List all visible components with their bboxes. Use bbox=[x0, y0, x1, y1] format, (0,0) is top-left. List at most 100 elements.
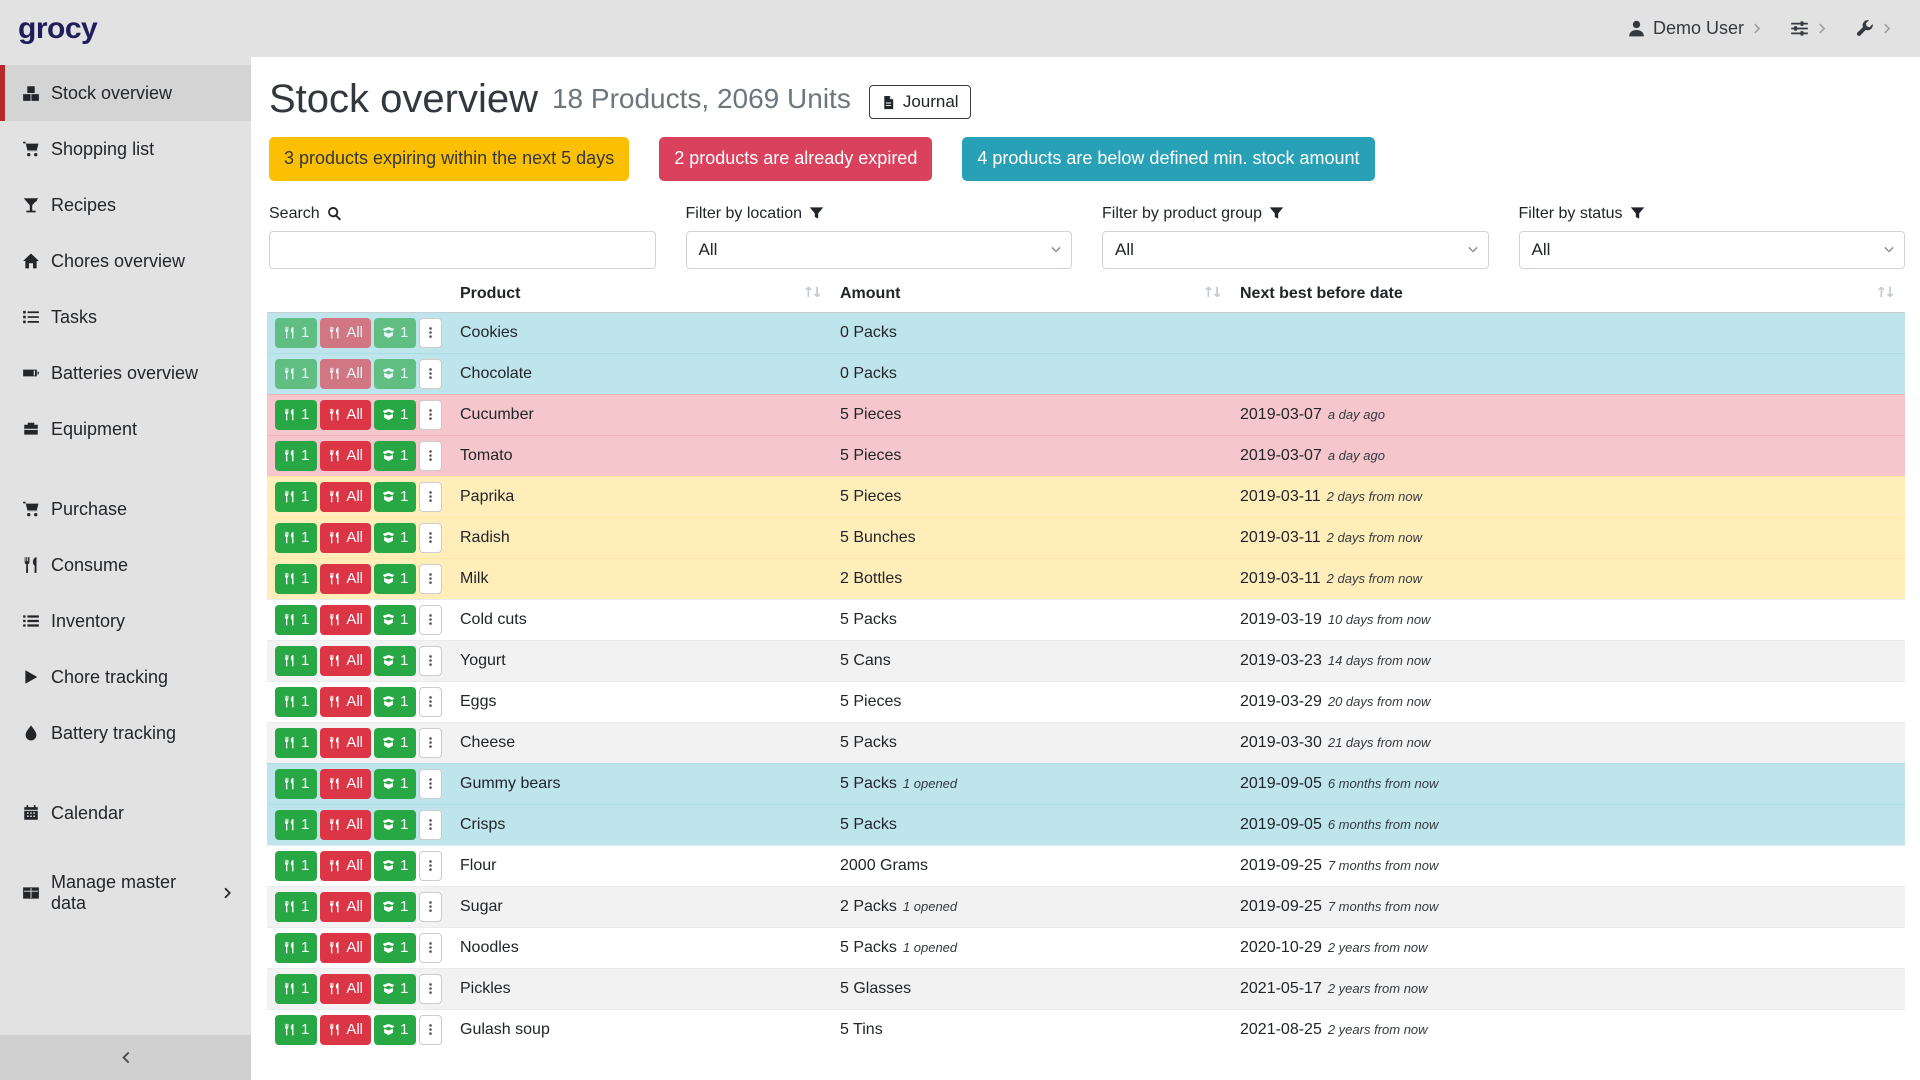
row-more-button[interactable] bbox=[419, 687, 442, 717]
consume-all-button[interactable]: All bbox=[320, 359, 371, 389]
consume-one-button[interactable]: 1 bbox=[275, 687, 317, 717]
open-one-button[interactable]: 1 bbox=[374, 318, 416, 348]
open-one-button[interactable]: 1 bbox=[374, 482, 416, 512]
consume-all-button[interactable]: All bbox=[320, 1015, 371, 1045]
open-one-button[interactable]: 1 bbox=[374, 646, 416, 676]
consume-all-button[interactable]: All bbox=[320, 769, 371, 799]
consume-one-button[interactable]: 1 bbox=[275, 359, 317, 389]
open-one-button[interactable]: 1 bbox=[374, 769, 416, 799]
consume-one-button[interactable]: 1 bbox=[275, 769, 317, 799]
consume-one-button[interactable]: 1 bbox=[275, 974, 317, 1004]
consume-one-button[interactable]: 1 bbox=[275, 523, 317, 553]
column-header-next-best-before-date[interactable]: Next best before date↑↓ bbox=[1232, 277, 1905, 313]
sidebar-item-chores-overview[interactable]: Chores overview bbox=[0, 233, 251, 289]
sidebar-item-shopping-list[interactable]: Shopping list bbox=[0, 121, 251, 177]
row-more-button[interactable] bbox=[419, 400, 442, 430]
row-more-button[interactable] bbox=[419, 564, 442, 594]
sidebar-item-stock-overview[interactable]: Stock overview bbox=[0, 65, 251, 121]
consume-all-button[interactable]: All bbox=[320, 605, 371, 635]
user-menu[interactable]: Demo User bbox=[1619, 18, 1772, 39]
consume-all-button[interactable]: All bbox=[320, 892, 371, 922]
row-more-button[interactable] bbox=[419, 318, 442, 348]
open-one-button[interactable]: 1 bbox=[374, 687, 416, 717]
consume-all-button[interactable]: All bbox=[320, 523, 371, 553]
open-one-button[interactable]: 1 bbox=[374, 400, 416, 430]
sidebar-item-batteries-overview[interactable]: Batteries overview bbox=[0, 345, 251, 401]
sidebar-item-calendar[interactable]: Calendar bbox=[0, 785, 251, 841]
consume-all-button[interactable]: All bbox=[320, 933, 371, 963]
consume-one-button[interactable]: 1 bbox=[275, 933, 317, 963]
sidebar-item-equipment[interactable]: Equipment bbox=[0, 401, 251, 457]
open-one-button[interactable]: 1 bbox=[374, 974, 416, 1004]
admin-menu[interactable] bbox=[1847, 19, 1902, 38]
open-one-button[interactable]: 1 bbox=[374, 1015, 416, 1045]
sort-icon[interactable]: ↑↓ bbox=[803, 285, 824, 301]
consume-one-button[interactable]: 1 bbox=[275, 400, 317, 430]
consume-all-button[interactable]: All bbox=[320, 810, 371, 840]
open-one-button[interactable]: 1 bbox=[374, 892, 416, 922]
consume-one-button[interactable]: 1 bbox=[275, 810, 317, 840]
row-more-button[interactable] bbox=[419, 933, 442, 963]
product-group-filter-select[interactable]: All bbox=[1102, 231, 1489, 269]
open-one-button[interactable]: 1 bbox=[374, 359, 416, 389]
consume-all-button[interactable]: All bbox=[320, 400, 371, 430]
consume-one-button[interactable]: 1 bbox=[275, 1015, 317, 1045]
consume-one-button[interactable]: 1 bbox=[275, 318, 317, 348]
search-input[interactable] bbox=[269, 231, 656, 269]
journal-button[interactable]: Journal bbox=[869, 85, 971, 119]
column-header-amount[interactable]: Amount↑↓ bbox=[832, 277, 1232, 313]
sidebar-item-battery-tracking[interactable]: Battery tracking bbox=[0, 705, 251, 761]
sidebar-item-purchase[interactable]: Purchase bbox=[0, 481, 251, 537]
open-one-button[interactable]: 1 bbox=[374, 441, 416, 471]
row-more-button[interactable] bbox=[419, 728, 442, 758]
consume-all-button[interactable]: All bbox=[320, 974, 371, 1004]
status-badge-1[interactable]: 2 products are already expired bbox=[659, 137, 932, 181]
app-logo[interactable]: grocy bbox=[18, 12, 97, 46]
location-filter-select[interactable]: All bbox=[686, 231, 1073, 269]
consume-all-button[interactable]: All bbox=[320, 728, 371, 758]
consume-one-button[interactable]: 1 bbox=[275, 892, 317, 922]
sort-icon[interactable]: ↑↓ bbox=[1876, 285, 1897, 301]
sidebar-item-inventory[interactable]: Inventory bbox=[0, 593, 251, 649]
row-more-button[interactable] bbox=[419, 441, 442, 471]
consume-one-button[interactable]: 1 bbox=[275, 564, 317, 594]
row-more-button[interactable] bbox=[419, 1015, 442, 1045]
row-more-button[interactable] bbox=[419, 646, 442, 676]
row-more-button[interactable] bbox=[419, 851, 442, 881]
row-more-button[interactable] bbox=[419, 605, 442, 635]
sidebar-item-recipes[interactable]: Recipes bbox=[0, 177, 251, 233]
row-more-button[interactable] bbox=[419, 892, 442, 922]
sidebar-collapse-button[interactable] bbox=[0, 1035, 251, 1080]
consume-one-button[interactable]: 1 bbox=[275, 441, 317, 471]
status-badge-0[interactable]: 3 products expiring within the next 5 da… bbox=[269, 137, 629, 181]
column-header-product[interactable]: Product↑↓ bbox=[452, 277, 832, 313]
open-one-button[interactable]: 1 bbox=[374, 728, 416, 758]
consume-all-button[interactable]: All bbox=[320, 482, 371, 512]
consume-one-button[interactable]: 1 bbox=[275, 728, 317, 758]
open-one-button[interactable]: 1 bbox=[374, 851, 416, 881]
row-more-button[interactable] bbox=[419, 482, 442, 512]
options-menu[interactable] bbox=[1782, 19, 1837, 38]
sidebar-item-chore-tracking[interactable]: Chore tracking bbox=[0, 649, 251, 705]
consume-all-button[interactable]: All bbox=[320, 687, 371, 717]
open-one-button[interactable]: 1 bbox=[374, 810, 416, 840]
status-badge-2[interactable]: 4 products are below defined min. stock … bbox=[962, 137, 1374, 181]
consume-all-button[interactable]: All bbox=[320, 441, 371, 471]
row-more-button[interactable] bbox=[419, 974, 442, 1004]
row-more-button[interactable] bbox=[419, 359, 442, 389]
consume-one-button[interactable]: 1 bbox=[275, 646, 317, 676]
consume-all-button[interactable]: All bbox=[320, 646, 371, 676]
consume-all-button[interactable]: All bbox=[320, 851, 371, 881]
row-more-button[interactable] bbox=[419, 810, 442, 840]
row-more-button[interactable] bbox=[419, 769, 442, 799]
consume-one-button[interactable]: 1 bbox=[275, 851, 317, 881]
sidebar-item-manage-master-data[interactable]: Manage master data bbox=[0, 865, 251, 921]
consume-one-button[interactable]: 1 bbox=[275, 482, 317, 512]
consume-all-button[interactable]: All bbox=[320, 318, 371, 348]
open-one-button[interactable]: 1 bbox=[374, 933, 416, 963]
sidebar-item-tasks[interactable]: Tasks bbox=[0, 289, 251, 345]
consume-all-button[interactable]: All bbox=[320, 564, 371, 594]
sidebar-item-consume[interactable]: Consume bbox=[0, 537, 251, 593]
open-one-button[interactable]: 1 bbox=[374, 564, 416, 594]
open-one-button[interactable]: 1 bbox=[374, 523, 416, 553]
